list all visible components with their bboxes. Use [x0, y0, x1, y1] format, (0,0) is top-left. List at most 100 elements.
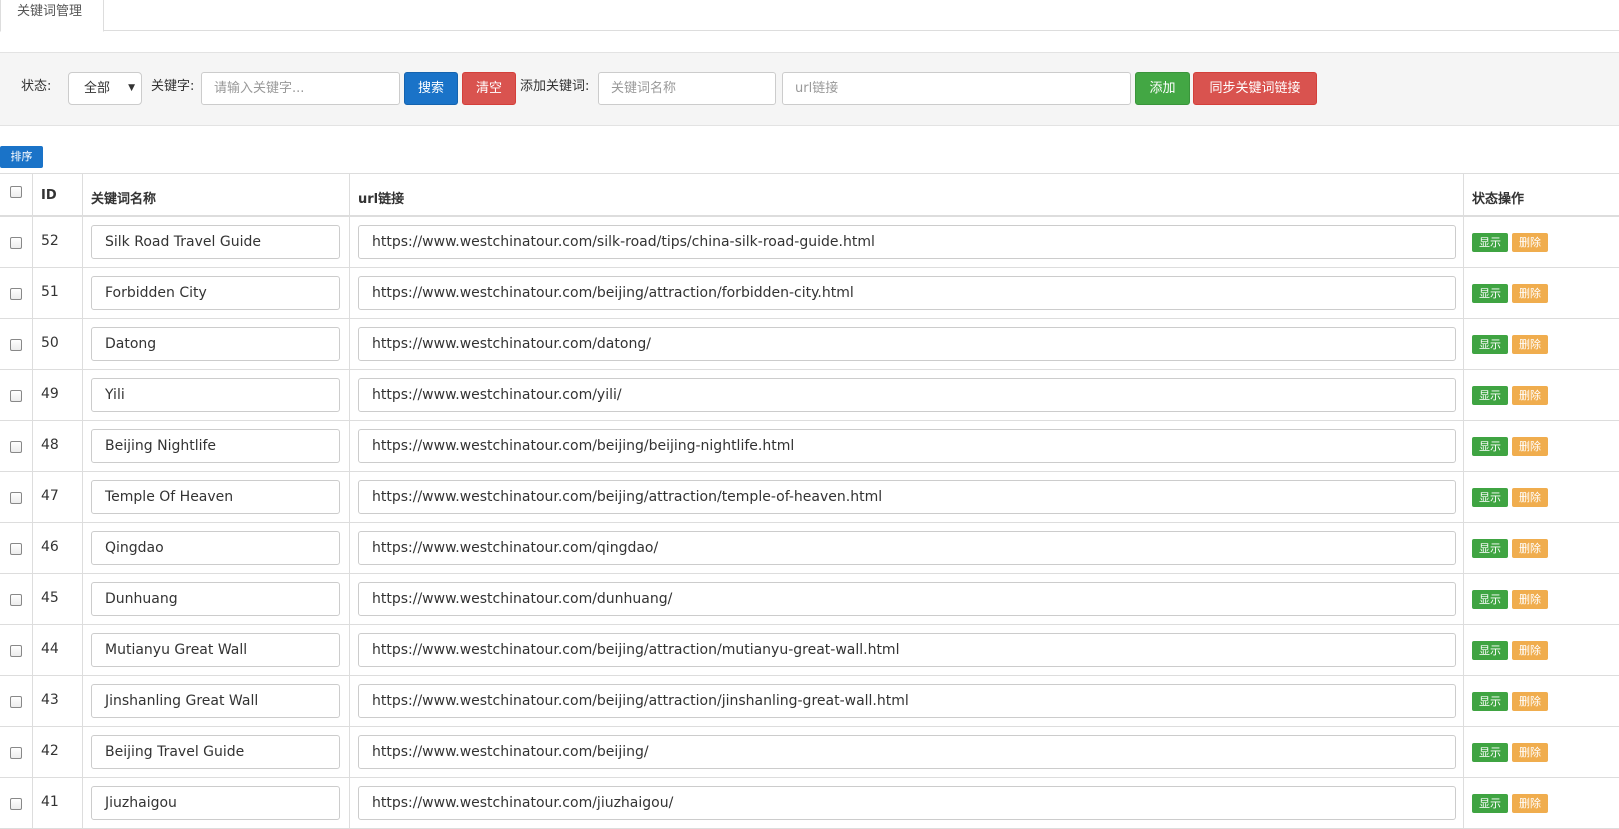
keyword-name-field[interactable]: Beijing Nightlife: [91, 429, 340, 463]
keyword-url-field[interactable]: https://www.westchinatour.com/jiuzhaigou…: [358, 786, 1456, 820]
keyword-url-field[interactable]: https://www.westchinatour.com/beijing/at…: [358, 480, 1456, 514]
keyword-name-field[interactable]: Mutianyu Great Wall: [91, 633, 340, 667]
keyword-search-input[interactable]: 请输入关键字...: [201, 72, 400, 105]
keyword-url-field[interactable]: https://www.westchinatour.com/beijing/be…: [358, 429, 1456, 463]
keyword-name-field[interactable]: Beijing Travel Guide: [91, 735, 340, 769]
row-checkbox[interactable]: [10, 441, 22, 453]
row-id: 50: [41, 335, 59, 351]
keyword-url-field[interactable]: https://www.westchinatour.com/beijing/at…: [358, 633, 1456, 667]
select-all-checkbox[interactable]: [10, 186, 22, 198]
delete-button[interactable]: 删除: [1512, 233, 1548, 252]
row-url-cell: https://www.westchinatour.com/beijing/at…: [349, 268, 1463, 318]
row-op-cell: 显示 删除: [1463, 727, 1619, 777]
row-name-cell: Qingdao: [82, 523, 349, 573]
show-button[interactable]: 显示: [1472, 794, 1508, 813]
delete-button[interactable]: 删除: [1512, 284, 1548, 303]
keyword-name-field[interactable]: Jiuzhaigou: [91, 786, 340, 820]
row-id-cell: 42: [32, 727, 82, 777]
keyword-url-field[interactable]: https://www.westchinatour.com/silk-road/…: [358, 225, 1456, 259]
filter-bar: 状态: 全部 ▼ 关键字: 请输入关键字... 搜索 清空 添加关键词: 关键词…: [0, 52, 1619, 126]
table-row: 43 Jinshanling Great Wall https://www.we…: [0, 676, 1619, 727]
keyword-url-field[interactable]: https://www.westchinatour.com/beijing/at…: [358, 684, 1456, 718]
show-button[interactable]: 显示: [1472, 488, 1508, 507]
keyword-name-field[interactable]: Qingdao: [91, 531, 340, 565]
keyword-name-field[interactable]: Jinshanling Great Wall: [91, 684, 340, 718]
table-row: 49 Yili https://www.westchinatour.com/yi…: [0, 370, 1619, 421]
sync-keyword-links-button[interactable]: 同步关键词链接: [1193, 72, 1317, 105]
show-button[interactable]: 显示: [1472, 641, 1508, 660]
row-checkbox[interactable]: [10, 237, 22, 249]
row-checkbox[interactable]: [10, 492, 22, 504]
sort-button-label: 排序: [10, 150, 33, 163]
row-op-cell: 显示 删除: [1463, 370, 1619, 420]
show-button[interactable]: 显示: [1472, 437, 1508, 456]
delete-button[interactable]: 删除: [1512, 386, 1548, 405]
delete-button[interactable]: 删除: [1512, 539, 1548, 558]
show-button[interactable]: 显示: [1472, 590, 1508, 609]
keyword-url-field[interactable]: https://www.westchinatour.com/qingdao/: [358, 531, 1456, 565]
delete-button[interactable]: 删除: [1512, 335, 1548, 354]
keyword-name-field[interactable]: Datong: [91, 327, 340, 361]
keyword-name-input[interactable]: 关键词名称: [598, 72, 776, 105]
delete-button[interactable]: 删除: [1512, 743, 1548, 762]
table-row: 51 Forbidden City https://www.westchinat…: [0, 268, 1619, 319]
row-checkbox[interactable]: [10, 696, 22, 708]
status-select[interactable]: 全部 ▼: [68, 72, 142, 105]
keyword-url-field[interactable]: https://www.westchinatour.com/dunhuang/: [358, 582, 1456, 616]
header-url-cell: url链接: [349, 174, 1463, 215]
keyword-name-field[interactable]: Forbidden City: [91, 276, 340, 310]
keyword-name-field[interactable]: Dunhuang: [91, 582, 340, 616]
url-input[interactable]: url链接: [782, 72, 1131, 105]
row-id-cell: 43: [32, 676, 82, 726]
row-url-cell: https://www.westchinatour.com/beijing/: [349, 727, 1463, 777]
show-button[interactable]: 显示: [1472, 743, 1508, 762]
row-checkbox[interactable]: [10, 339, 22, 351]
row-id: 47: [41, 488, 59, 504]
row-op-cell: 显示 删除: [1463, 778, 1619, 828]
show-button[interactable]: 显示: [1472, 692, 1508, 711]
row-name-cell: Beijing Nightlife: [82, 421, 349, 471]
show-button[interactable]: 显示: [1472, 233, 1508, 252]
delete-button[interactable]: 删除: [1512, 794, 1548, 813]
row-id: 44: [41, 641, 59, 657]
keyword-name-field[interactable]: Temple Of Heaven: [91, 480, 340, 514]
row-id-cell: 51: [32, 268, 82, 318]
row-check-cell: [0, 727, 32, 777]
sort-button[interactable]: 排序: [0, 146, 43, 168]
delete-button[interactable]: 删除: [1512, 590, 1548, 609]
row-checkbox[interactable]: [10, 543, 22, 555]
keyword-name-field[interactable]: Silk Road Travel Guide: [91, 225, 340, 259]
keyword-url-field[interactable]: https://www.westchinatour.com/beijing/at…: [358, 276, 1456, 310]
keyword-url-field[interactable]: https://www.westchinatour.com/beijing/: [358, 735, 1456, 769]
show-button[interactable]: 显示: [1472, 335, 1508, 354]
show-button[interactable]: 显示: [1472, 284, 1508, 303]
header-op-cell: 状态操作: [1463, 174, 1619, 215]
row-checkbox[interactable]: [10, 645, 22, 657]
delete-button[interactable]: 删除: [1512, 641, 1548, 660]
delete-button[interactable]: 删除: [1512, 437, 1548, 456]
row-checkbox[interactable]: [10, 798, 22, 810]
row-check-cell: [0, 217, 32, 267]
show-button[interactable]: 显示: [1472, 539, 1508, 558]
clear-button[interactable]: 清空: [462, 72, 516, 105]
delete-button[interactable]: 删除: [1512, 692, 1548, 711]
add-button[interactable]: 添加: [1135, 72, 1190, 105]
sync-button-label: 同步关键词链接: [1209, 81, 1301, 96]
table-row: 45 Dunhuang https://www.westchinatour.co…: [0, 574, 1619, 625]
search-button[interactable]: 搜索: [404, 72, 458, 105]
table-row: 46 Qingdao https://www.westchinatour.com…: [0, 523, 1619, 574]
row-checkbox[interactable]: [10, 747, 22, 759]
header-url: url链接: [358, 192, 405, 207]
header-name: 关键词名称: [91, 192, 157, 207]
row-checkbox[interactable]: [10, 594, 22, 606]
show-button[interactable]: 显示: [1472, 386, 1508, 405]
tab-keyword-management[interactable]: 关键词管理: [0, 0, 104, 32]
keyword-name-field[interactable]: Yili: [91, 378, 340, 412]
row-name-cell: Forbidden City: [82, 268, 349, 318]
row-checkbox[interactable]: [10, 288, 22, 300]
add-button-label: 添加: [1149, 81, 1176, 96]
keyword-url-field[interactable]: https://www.westchinatour.com/yili/: [358, 378, 1456, 412]
delete-button[interactable]: 删除: [1512, 488, 1548, 507]
keyword-url-field[interactable]: https://www.westchinatour.com/datong/: [358, 327, 1456, 361]
row-checkbox[interactable]: [10, 390, 22, 402]
